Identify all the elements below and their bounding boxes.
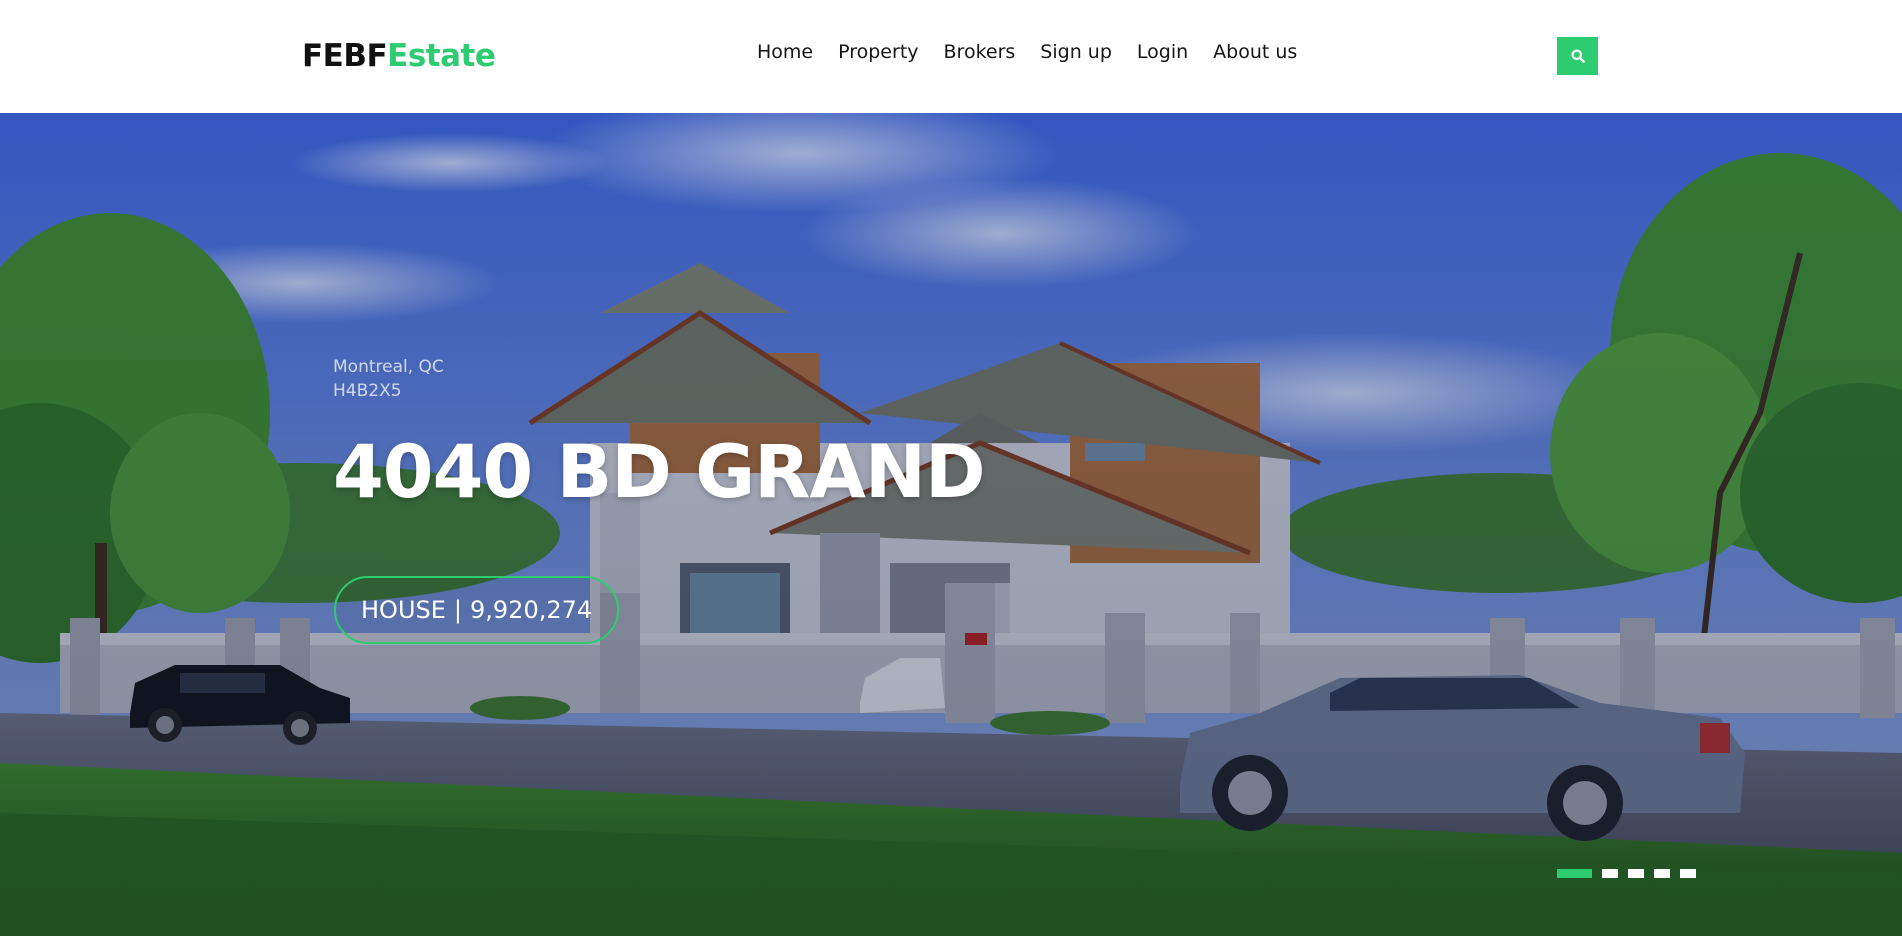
slider-pagination — [1557, 869, 1696, 878]
brand-logo[interactable]: FEBFEstate — [302, 36, 496, 76]
brand-name-dark: FEBF — [302, 38, 388, 74]
nav-login[interactable]: Login — [1137, 38, 1188, 66]
slider-dot-4[interactable] — [1654, 869, 1670, 878]
search-icon — [1571, 49, 1585, 63]
property-title: 4040 BD GRAND — [333, 430, 986, 515]
nav-property[interactable]: Property — [838, 38, 918, 66]
property-address: Montreal, QC H4B2X5 — [333, 355, 444, 403]
address-city: Montreal, QC — [333, 357, 444, 377]
hero-overlay — [0, 113, 1902, 936]
slider-dot-1[interactable] — [1557, 869, 1592, 878]
property-type: HOUSE — [361, 596, 446, 624]
address-postal-code: H4B2X5 — [333, 381, 402, 401]
nav-home[interactable]: Home — [757, 38, 813, 66]
slider-dot-3[interactable] — [1628, 869, 1644, 878]
nav-sign-up[interactable]: Sign up — [1040, 38, 1112, 66]
property-type-price-button[interactable]: HOUSE | 9,920,274 — [334, 576, 620, 644]
brand-name-accent: Estate — [387, 38, 496, 74]
nav-brokers[interactable]: Brokers — [944, 38, 1016, 66]
site-header: FEBFEstate Home Property Brokers Sign up… — [0, 0, 1902, 113]
slider-dot-5[interactable] — [1680, 869, 1696, 878]
nav-about-us[interactable]: About us — [1213, 38, 1297, 66]
property-price: 9,920,274 — [470, 596, 593, 624]
hero-slider: Montreal, QC H4B2X5 4040 BD GRAND HOUSE |… — [0, 113, 1902, 936]
slider-dot-2[interactable] — [1602, 869, 1618, 878]
main-nav: Home Property Brokers Sign up Login Abou… — [757, 38, 1322, 66]
search-button[interactable] — [1557, 37, 1598, 75]
pill-separator: | — [453, 596, 462, 624]
